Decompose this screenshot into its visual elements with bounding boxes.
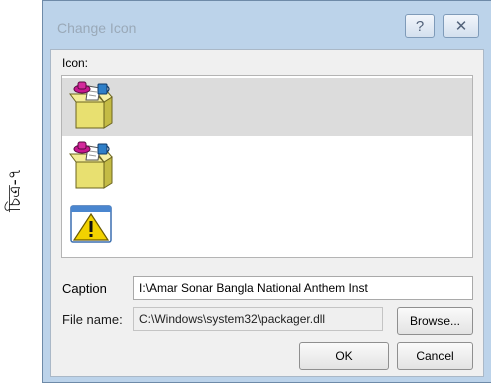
warning-icon — [70, 205, 112, 243]
file-name-field: C:\Windows\system32\packager.dll — [133, 307, 383, 331]
caption-label: Caption — [62, 281, 107, 296]
dialog-title: Change Icon — [57, 20, 137, 36]
icon-list-label: Icon: — [62, 56, 89, 70]
dialog-client-area: Icon: Caption I:\Amar Sonar Bangla Natio… — [50, 49, 484, 377]
caption-input[interactable]: I:\Amar Sonar Bangla National Anthem Ins… — [133, 276, 473, 300]
dialog-titlebar[interactable]: Change Icon ? ✕ — [43, 1, 491, 49]
browse-button[interactable]: Browse... — [397, 307, 473, 335]
cancel-button-label: Cancel — [416, 349, 454, 363]
ok-button[interactable]: OK — [299, 342, 389, 370]
icon-list-item-package-1[interactable] — [62, 78, 472, 136]
page: চিত্র-৭ Change Icon ? ✕ Icon: Caption I:… — [0, 0, 491, 387]
icon-list-item-package-2[interactable] — [62, 138, 472, 196]
icon-list-item-warning[interactable] — [62, 198, 472, 256]
icon-list[interactable] — [61, 75, 473, 258]
package-box-icon — [69, 141, 113, 189]
change-icon-dialog: Change Icon ? ✕ Icon: Caption I:\Amar So… — [42, 0, 491, 383]
close-icon: ✕ — [454, 18, 468, 35]
package-box-icon — [69, 81, 113, 129]
ok-button-label: OK — [335, 349, 353, 363]
file-name-label: File name: — [62, 312, 123, 327]
close-button[interactable]: ✕ — [443, 14, 479, 38]
help-icon: ? — [415, 17, 425, 35]
figure-side-caption-text: চিত্র-৭ — [5, 168, 25, 212]
help-button[interactable]: ? — [405, 14, 435, 38]
browse-button-label: Browse... — [409, 314, 460, 328]
cancel-button[interactable]: Cancel — [397, 342, 473, 370]
figure-side-caption: চিত্র-৭ — [4, 150, 28, 230]
